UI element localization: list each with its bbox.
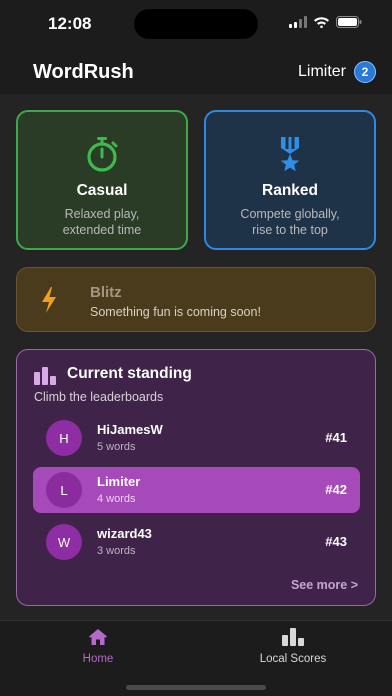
lightning-icon [42, 287, 56, 313]
user-chip[interactable]: Limiter 2 [298, 61, 376, 83]
standing-subtitle: Climb the leaderboards [34, 390, 164, 404]
leaderboard-row[interactable]: W wizard43 3 words #43 [33, 519, 360, 565]
stopwatch-icon [87, 137, 118, 172]
avatar: H [46, 420, 82, 456]
current-standing-card: Current standing Climb the leaderboards … [16, 349, 376, 606]
casual-subtitle-line1: Relaxed play, [64, 207, 140, 221]
blitz-title: Blitz [90, 284, 122, 301]
standing-title: Current standing [67, 365, 192, 382]
username-label: Limiter [297, 63, 346, 80]
ranked-subtitle-line2: rise to the top [252, 223, 328, 237]
dynamic-island [134, 9, 258, 39]
status-icons [289, 16, 362, 28]
rank-label: #42 [325, 482, 347, 497]
blitz-mode-card: Blitz Something fun is coming soon! [16, 267, 376, 332]
app-title: WordRush [33, 61, 134, 83]
player-name: Limiter [97, 474, 141, 489]
status-bar: 12:08 [0, 0, 392, 50]
tab-home-label: Home [82, 653, 114, 665]
casual-subtitle-line2: extended time [62, 223, 142, 237]
blitz-subtitle: Something fun is coming soon! [90, 305, 261, 319]
ranked-subtitle-line1: Compete globally, [240, 207, 340, 221]
signal-icon [289, 16, 307, 28]
casual-mode-card[interactable]: Casual Relaxed play, extended time [16, 110, 188, 250]
casual-subtitle: Relaxed play, extended time [18, 206, 186, 238]
notification-badge: 2 [354, 61, 376, 83]
rank-label: #41 [325, 430, 347, 445]
player-name: wizard43 [97, 526, 152, 541]
see-more-link[interactable]: See more > [291, 578, 358, 592]
avatar: W [46, 524, 82, 560]
rank-label: #43 [325, 534, 347, 549]
tab-local-scores-label: Local Scores [259, 653, 327, 665]
casual-title: Casual [76, 182, 128, 199]
player-name: HiJamesW [97, 422, 163, 437]
ranked-title: Ranked [262, 182, 318, 199]
bar-chart-icon [34, 367, 56, 385]
avatar: L [46, 472, 82, 508]
ranked-mode-card[interactable]: Ranked Compete globally, rise to the top [204, 110, 376, 250]
home-indicator [126, 685, 266, 690]
word-count: 4 words [97, 493, 136, 505]
tab-local-scores[interactable]: Local Scores [233, 628, 353, 665]
wifi-icon [314, 17, 329, 28]
medal-icon [280, 137, 300, 172]
app-header: WordRush Limiter 2 [0, 50, 392, 94]
status-time: 12:08 [48, 14, 92, 33]
battery-icon [336, 16, 362, 28]
leaderboard-row[interactable]: H HiJamesW 5 words #41 [33, 415, 360, 461]
house-icon [89, 629, 107, 645]
word-count: 3 words [97, 545, 136, 557]
tab-home[interactable]: Home [38, 628, 158, 665]
word-count: 5 words [97, 441, 136, 453]
leaderboard-row-current-user[interactable]: L Limiter 4 words #42 [33, 467, 360, 513]
ranked-subtitle: Compete globally, rise to the top [206, 206, 374, 238]
bar-chart-icon [282, 628, 304, 646]
